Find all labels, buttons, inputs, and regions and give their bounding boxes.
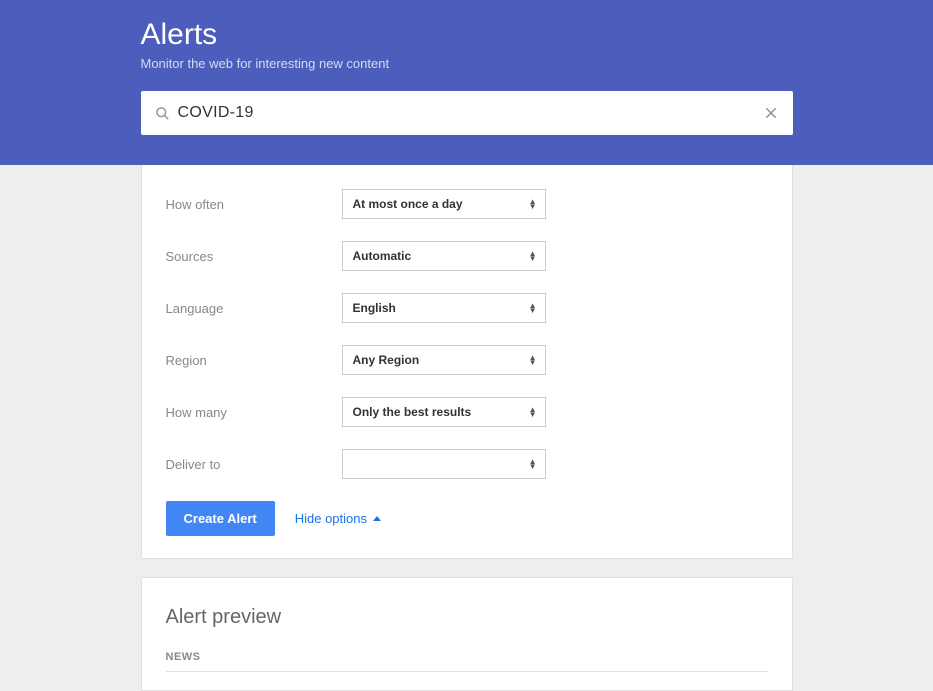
option-label: Deliver to [166, 457, 342, 472]
select-value: English [353, 301, 396, 315]
actions-row: Create Alert Hide options [166, 501, 768, 536]
page-title: Alerts [141, 18, 793, 52]
language-select[interactable]: English ▲▼ [342, 293, 546, 323]
clear-icon[interactable] [763, 105, 779, 121]
option-row-region: Region Any Region ▲▼ [166, 345, 768, 375]
select-value: Any Region [353, 353, 420, 367]
select-arrows-icon: ▲▼ [529, 355, 537, 365]
select-arrows-icon: ▲▼ [529, 251, 537, 261]
select-arrows-icon: ▲▼ [529, 459, 537, 469]
search-box[interactable] [141, 91, 793, 135]
option-row-how-many: How many Only the best results ▲▼ [166, 397, 768, 427]
header: Alerts Monitor the web for interesting n… [0, 0, 933, 165]
how-many-select[interactable]: Only the best results ▲▼ [342, 397, 546, 427]
preview-section-header: NEWS [166, 651, 768, 672]
option-row-deliver-to: Deliver to ▲▼ [166, 449, 768, 479]
option-label: How many [166, 405, 342, 420]
create-alert-button[interactable]: Create Alert [166, 501, 275, 536]
option-label: Sources [166, 249, 342, 264]
how-often-select[interactable]: At most once a day ▲▼ [342, 189, 546, 219]
select-arrows-icon: ▲▼ [529, 199, 537, 209]
hide-options-link[interactable]: Hide options [295, 511, 381, 526]
search-input[interactable] [178, 104, 763, 122]
option-row-sources: Sources Automatic ▲▼ [166, 241, 768, 271]
hide-options-label: Hide options [295, 511, 367, 526]
select-value: Automatic [353, 249, 412, 263]
region-select[interactable]: Any Region ▲▼ [342, 345, 546, 375]
preview-panel: Alert preview NEWS [141, 577, 793, 691]
deliver-to-select[interactable]: ▲▼ [342, 449, 546, 479]
option-label: Language [166, 301, 342, 316]
options-panel: How often At most once a day ▲▼ Sources … [141, 165, 793, 559]
option-row-how-often: How often At most once a day ▲▼ [166, 189, 768, 219]
option-row-language: Language English ▲▼ [166, 293, 768, 323]
option-label: Region [166, 353, 342, 368]
select-value: At most once a day [353, 197, 463, 211]
sources-select[interactable]: Automatic ▲▼ [342, 241, 546, 271]
search-icon [155, 106, 170, 121]
select-arrows-icon: ▲▼ [529, 407, 537, 417]
page-subtitle: Monitor the web for interesting new cont… [141, 56, 793, 71]
select-value: Only the best results [353, 405, 472, 419]
preview-title: Alert preview [166, 606, 768, 629]
select-arrows-icon: ▲▼ [529, 303, 537, 313]
caret-up-icon [373, 516, 381, 521]
option-label: How often [166, 197, 342, 212]
